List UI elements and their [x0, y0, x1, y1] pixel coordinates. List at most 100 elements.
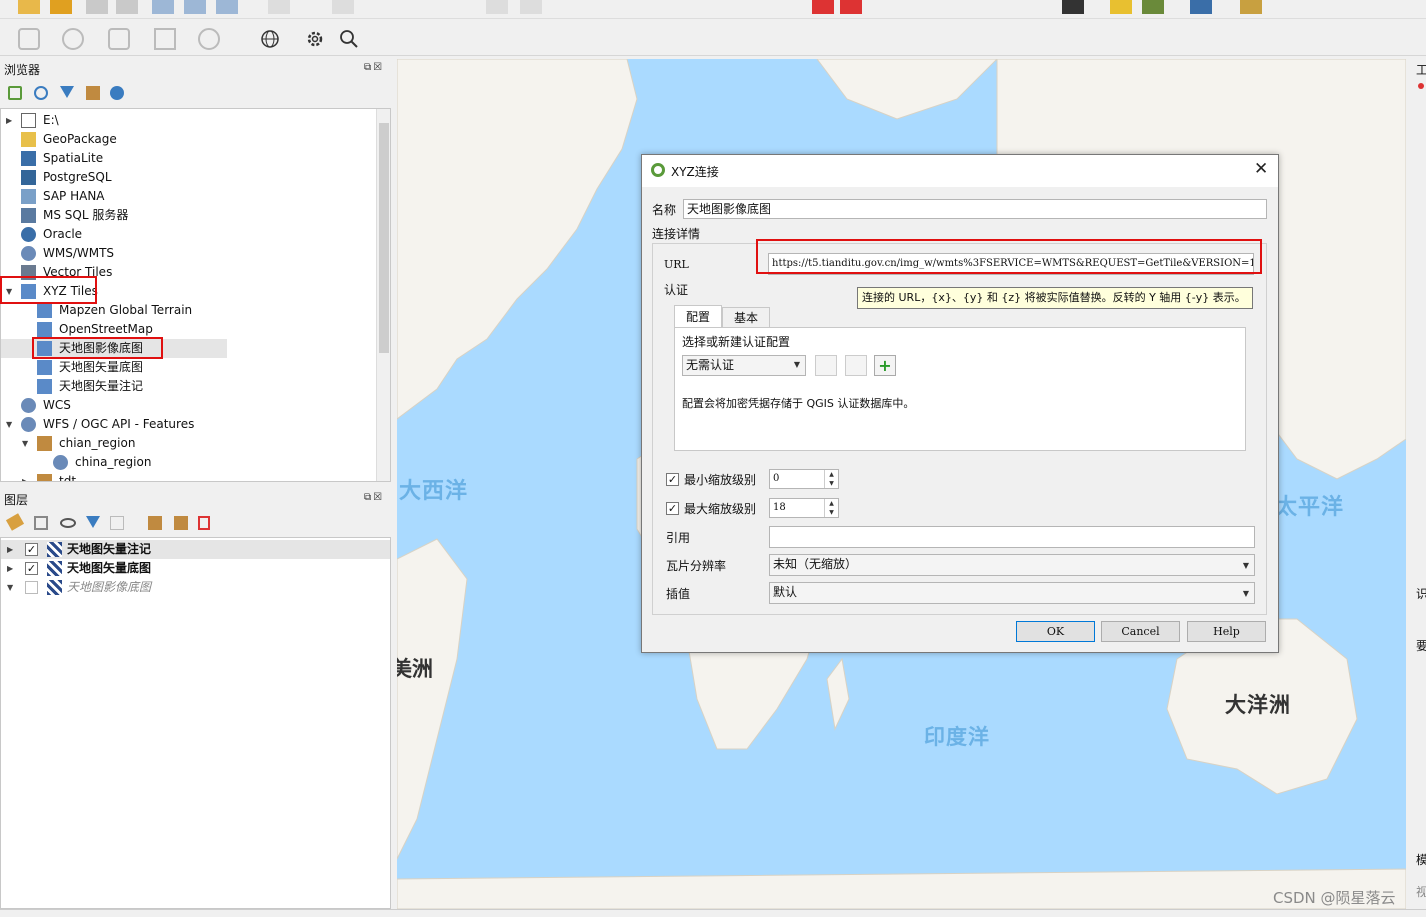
add-selected-icon[interactable]	[8, 86, 22, 100]
eye-icon[interactable]	[60, 518, 76, 528]
collapse-arrow-icon[interactable]: ▼	[6, 415, 16, 434]
referer-label: 引用	[666, 531, 691, 545]
filter-icon[interactable]	[60, 86, 74, 98]
help-book-icon[interactable]	[1190, 0, 1212, 14]
grid-icon[interactable]	[184, 0, 206, 14]
python-icon[interactable]	[1110, 0, 1132, 14]
tab-basic[interactable]: 基本	[722, 307, 770, 328]
browser-item[interactable]: 天地图矢量注记	[1, 377, 227, 396]
spin-arrows-icon[interactable]: ▲ ▼	[824, 499, 838, 517]
layer-visibility-checkbox[interactable]: ✓	[25, 562, 38, 575]
min-zoom-spinbox[interactable]: 0 ▲ ▼	[769, 469, 839, 489]
browser-item[interactable]: ▶ tdt	[1, 472, 227, 481]
refresh-icon[interactable]	[34, 86, 48, 100]
expand-arrow-icon[interactable]: ▼	[7, 578, 17, 597]
layer-row[interactable]: ▼ 天地图影像底图	[1, 578, 390, 597]
layer-row[interactable]: ▶ ✓ 天地图矢量注记	[1, 540, 390, 559]
collapse-all-icon[interactable]	[86, 86, 100, 100]
browser-item[interactable]: WCS	[1, 396, 227, 415]
ok-button[interactable]: OK	[1016, 621, 1095, 642]
pencil-icon[interactable]	[268, 0, 290, 14]
spin-arrows-icon[interactable]: ▲ ▼	[824, 470, 838, 488]
open-project-icon[interactable]	[50, 0, 72, 14]
layers-dock-buttons[interactable]: ⧉☒	[364, 492, 384, 503]
expand-arrow-icon[interactable]: ▶	[7, 540, 17, 559]
identify-icon[interactable]	[62, 28, 84, 50]
style-brush-icon[interactable]	[5, 513, 25, 531]
remove-layer-icon[interactable]	[198, 516, 210, 530]
browser-item[interactable]: Oracle	[1, 225, 227, 244]
name-input[interactable]: 天地图影像底图	[683, 199, 1267, 219]
referer-input[interactable]	[769, 526, 1255, 548]
table-icon[interactable]	[152, 0, 174, 14]
select-icon[interactable]	[18, 28, 40, 50]
expand-arrow-icon[interactable]: ▶	[6, 111, 16, 130]
collapse-all-icon[interactable]	[174, 516, 188, 530]
layer-visibility-checkbox[interactable]	[25, 581, 38, 594]
stop-icon[interactable]	[840, 0, 862, 14]
cut-icon[interactable]	[520, 0, 542, 14]
browser-item[interactable]: SpatiaLite	[1, 149, 227, 168]
help-button[interactable]: Help	[1187, 621, 1266, 642]
delete-icon[interactable]	[486, 0, 508, 14]
new-project-icon[interactable]	[18, 0, 40, 14]
browser-item[interactable]: ▼ WFS / OGC API - Features	[1, 415, 227, 434]
expand-all-icon[interactable]	[148, 516, 162, 530]
browser-item[interactable]: china_region	[1, 453, 227, 472]
layer-row[interactable]: ▶ ✓ 天地图矢量底图	[1, 559, 390, 578]
expand-arrow-icon[interactable]: ▶	[22, 472, 32, 481]
max-zoom-spinbox[interactable]: 18 ▲ ▼	[769, 498, 839, 518]
min-zoom-checkbox[interactable]: ✓	[666, 473, 679, 486]
scroll-thumb[interactable]	[379, 123, 389, 353]
processing-icon[interactable]	[1142, 0, 1164, 14]
layers-tree[interactable]: ▶ ✓ 天地图矢量注记 ▶ ✓ 天地图矢量底图 ▼ 天地图影像底图	[0, 537, 391, 909]
collapse-arrow-icon[interactable]: ▼	[22, 434, 32, 453]
grid2-icon[interactable]	[216, 0, 238, 14]
save-edits-icon[interactable]	[332, 0, 354, 14]
digitize-icon[interactable]	[86, 0, 108, 14]
interpolation-label: 插值	[666, 587, 691, 601]
info-icon[interactable]	[110, 86, 124, 100]
tab-config[interactable]: 配置	[674, 305, 722, 328]
label-icon[interactable]	[198, 28, 220, 50]
browser-scrollbar[interactable]	[376, 109, 390, 481]
browser-item[interactable]: SAP HANA	[1, 187, 227, 206]
auth-config-select[interactable]: 无需认证 ▼	[682, 355, 806, 376]
interpolation-select[interactable]: 默认 ▼	[769, 582, 1255, 604]
add-auth-icon[interactable]: +	[874, 355, 896, 376]
filter-expr-icon[interactable]	[110, 516, 124, 530]
add-group-icon[interactable]	[34, 516, 48, 530]
globe-icon[interactable]	[260, 29, 280, 49]
close-icon[interactable]: ✕	[1254, 159, 1268, 179]
browser-item[interactable]: ▶ E:\	[1, 111, 227, 130]
remove-auth-icon[interactable]	[845, 355, 867, 376]
measure-icon[interactable]	[108, 28, 130, 50]
layer-label: 天地图矢量底图	[67, 561, 152, 575]
right-panel-title-4: 模	[1416, 853, 1426, 867]
gear-icon[interactable]	[305, 29, 325, 49]
browser-item[interactable]: 天地图矢量底图	[1, 358, 227, 377]
tool-icon[interactable]	[1240, 0, 1262, 14]
browser-item[interactable]: PostgreSQL	[1, 168, 227, 187]
cancel-button[interactable]: Cancel	[1101, 621, 1180, 642]
edit-auth-icon[interactable]	[815, 355, 837, 376]
max-zoom-checkbox[interactable]: ✓	[666, 502, 679, 515]
chevron-down-icon: ▼	[1242, 589, 1249, 598]
browser-item[interactable]: WMS/WMTS	[1, 244, 227, 263]
plugin-icon[interactable]	[1062, 0, 1084, 14]
layer-visibility-checkbox[interactable]: ✓	[25, 543, 38, 556]
data-source-icon	[37, 360, 52, 375]
filter-legend-icon[interactable]	[86, 516, 100, 528]
browser-panel-title: 浏览器	[4, 63, 41, 77]
search-icon[interactable]	[339, 29, 359, 49]
edit-icon[interactable]	[116, 0, 138, 14]
top-toolbar	[0, 0, 1426, 19]
browser-dock-buttons[interactable]: ⧉☒	[364, 62, 384, 73]
expand-arrow-icon[interactable]: ▶	[7, 559, 17, 578]
browser-item[interactable]: MS SQL 服务器	[1, 206, 227, 225]
annotation-icon[interactable]	[154, 28, 176, 50]
record-icon[interactable]	[812, 0, 834, 14]
browser-item[interactable]: GeoPackage	[1, 130, 227, 149]
tile-resolution-select[interactable]: 未知（无缩放） ▼	[769, 554, 1255, 576]
browser-item[interactable]: ▼ chian_region	[1, 434, 227, 453]
